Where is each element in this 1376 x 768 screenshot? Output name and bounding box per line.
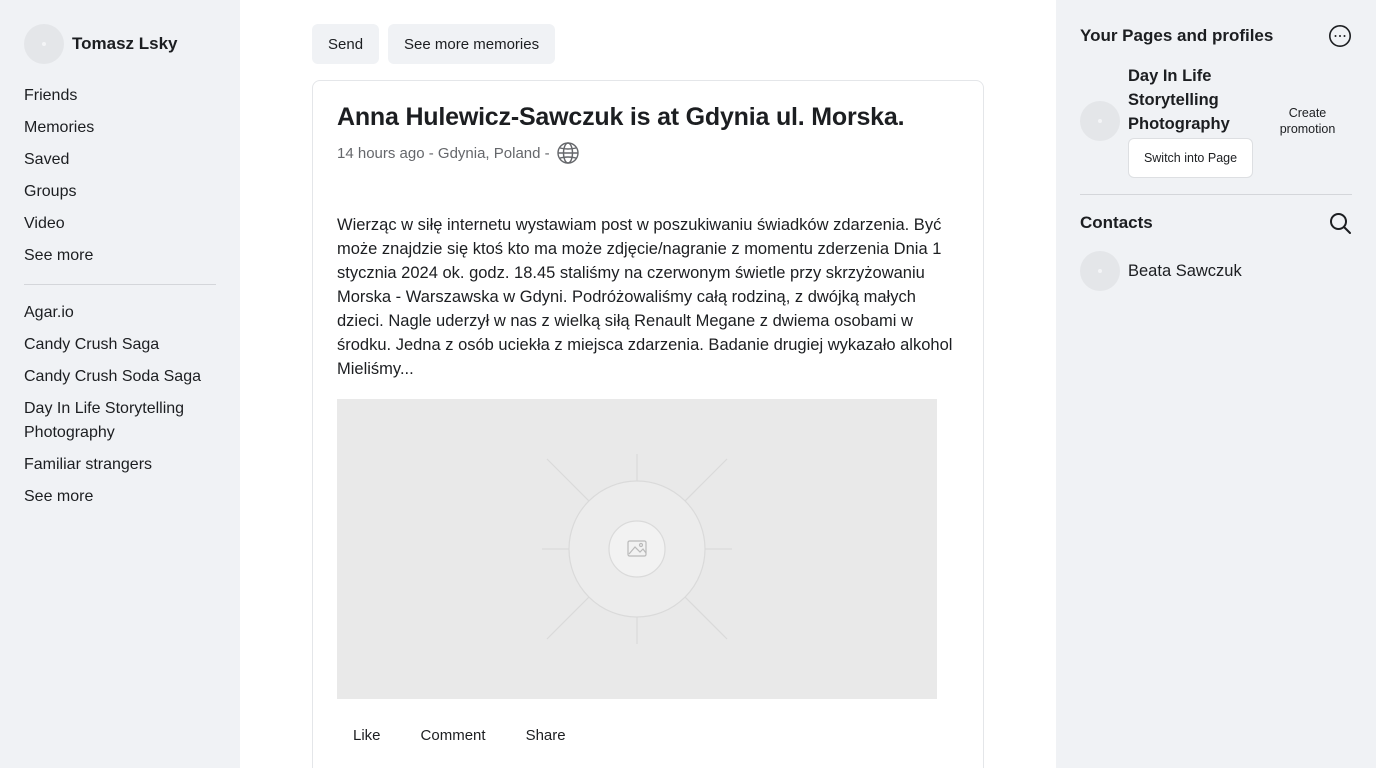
nav-groups[interactable]: Groups [24,176,216,208]
profile-avatar [24,24,64,64]
page-name[interactable]: Day In Life Storytelling Photography [1128,64,1253,136]
image-placeholder-icon [542,454,732,644]
right-sidebar: Your Pages and profiles Day In Life Stor… [1056,0,1376,768]
profile-name: Tomasz Lsky [72,34,178,53]
shortcuts-nav: Agar.io Candy Crush Saga Candy Crush Sod… [24,297,216,513]
create-promotion-button[interactable]: Create promotion [1263,105,1352,137]
left-sidebar: Tomasz Lsky Friends Memories Saved Group… [0,0,240,768]
shortcut-candy-crush-soda-saga[interactable]: Candy Crush Soda Saga [24,361,216,393]
nav-see-more[interactable]: See more [24,240,216,272]
shortcuts-see-more[interactable]: See more [24,481,216,513]
post-actions: Like Comment Share [337,723,959,748]
contacts-header: Contacts [1080,211,1352,235]
sidebar-divider [24,284,216,285]
nav-saved[interactable]: Saved [24,144,216,176]
post-title: Anna Hulewicz-Sawczuk is at Gdynia ul. M… [337,103,905,131]
contact-name: Beata Sawczuk [1128,261,1242,280]
nav-friends[interactable]: Friends [24,80,216,112]
post-image[interactable] [337,399,937,699]
memory-post: Anna Hulewicz-Sawczuk is at Gdynia ul. M… [312,80,984,768]
see-more-memories-button[interactable]: See more memories [388,24,556,64]
page-avatar[interactable] [1080,101,1120,141]
page-card: Day In Life Storytelling Photography Swi… [1080,64,1352,178]
search-icon[interactable] [1328,211,1352,235]
main-nav: Friends Memories Saved Groups Video See … [24,80,216,272]
nav-video[interactable]: Video [24,208,216,240]
main-feed: Send See more memories Anna Hulewicz-Saw… [240,0,1056,768]
share-button[interactable]: Share [510,723,582,748]
memory-actions: Send See more memories [312,24,556,64]
globe-icon [556,141,580,165]
post-meta-text: 14 hours ago - Gdynia, Poland - [337,144,550,162]
shortcut-agario[interactable]: Agar.io [24,297,216,329]
post-body-text: Wierząc w siłę internetu wystawiam post … [337,216,953,354]
profile-link[interactable]: Tomasz Lsky [24,24,216,64]
shortcut-candy-crush-saga[interactable]: Candy Crush Saga [24,329,216,361]
nav-memories[interactable]: Memories [24,112,216,144]
pages-title: Your Pages and profiles [1080,26,1274,45]
contact-item[interactable]: Beata Sawczuk [1080,251,1352,291]
send-button[interactable]: Send [312,24,380,64]
post-body: Wierząc w siłę internetu wystawiam post … [337,213,961,381]
contact-avatar [1080,251,1120,291]
page-info: Day In Life Storytelling Photography Swi… [1128,64,1253,178]
switch-into-page-button[interactable]: Switch into Page [1128,138,1253,178]
pages-header: Your Pages and profiles [1080,24,1352,48]
like-button[interactable]: Like [337,723,397,748]
post-meta: 14 hours ago - Gdynia, Poland - [337,141,959,165]
shortcut-familiar-strangers[interactable]: Familiar strangers [24,449,216,481]
right-divider [1080,194,1352,195]
more-options-icon[interactable] [1328,24,1352,48]
comment-button[interactable]: Comment [405,723,502,748]
post-body-more[interactable]: Mieliśmy... [337,357,961,381]
shortcut-day-in-life[interactable]: Day In Life Storytelling Photography [24,393,216,449]
contacts-title: Contacts [1080,213,1153,232]
